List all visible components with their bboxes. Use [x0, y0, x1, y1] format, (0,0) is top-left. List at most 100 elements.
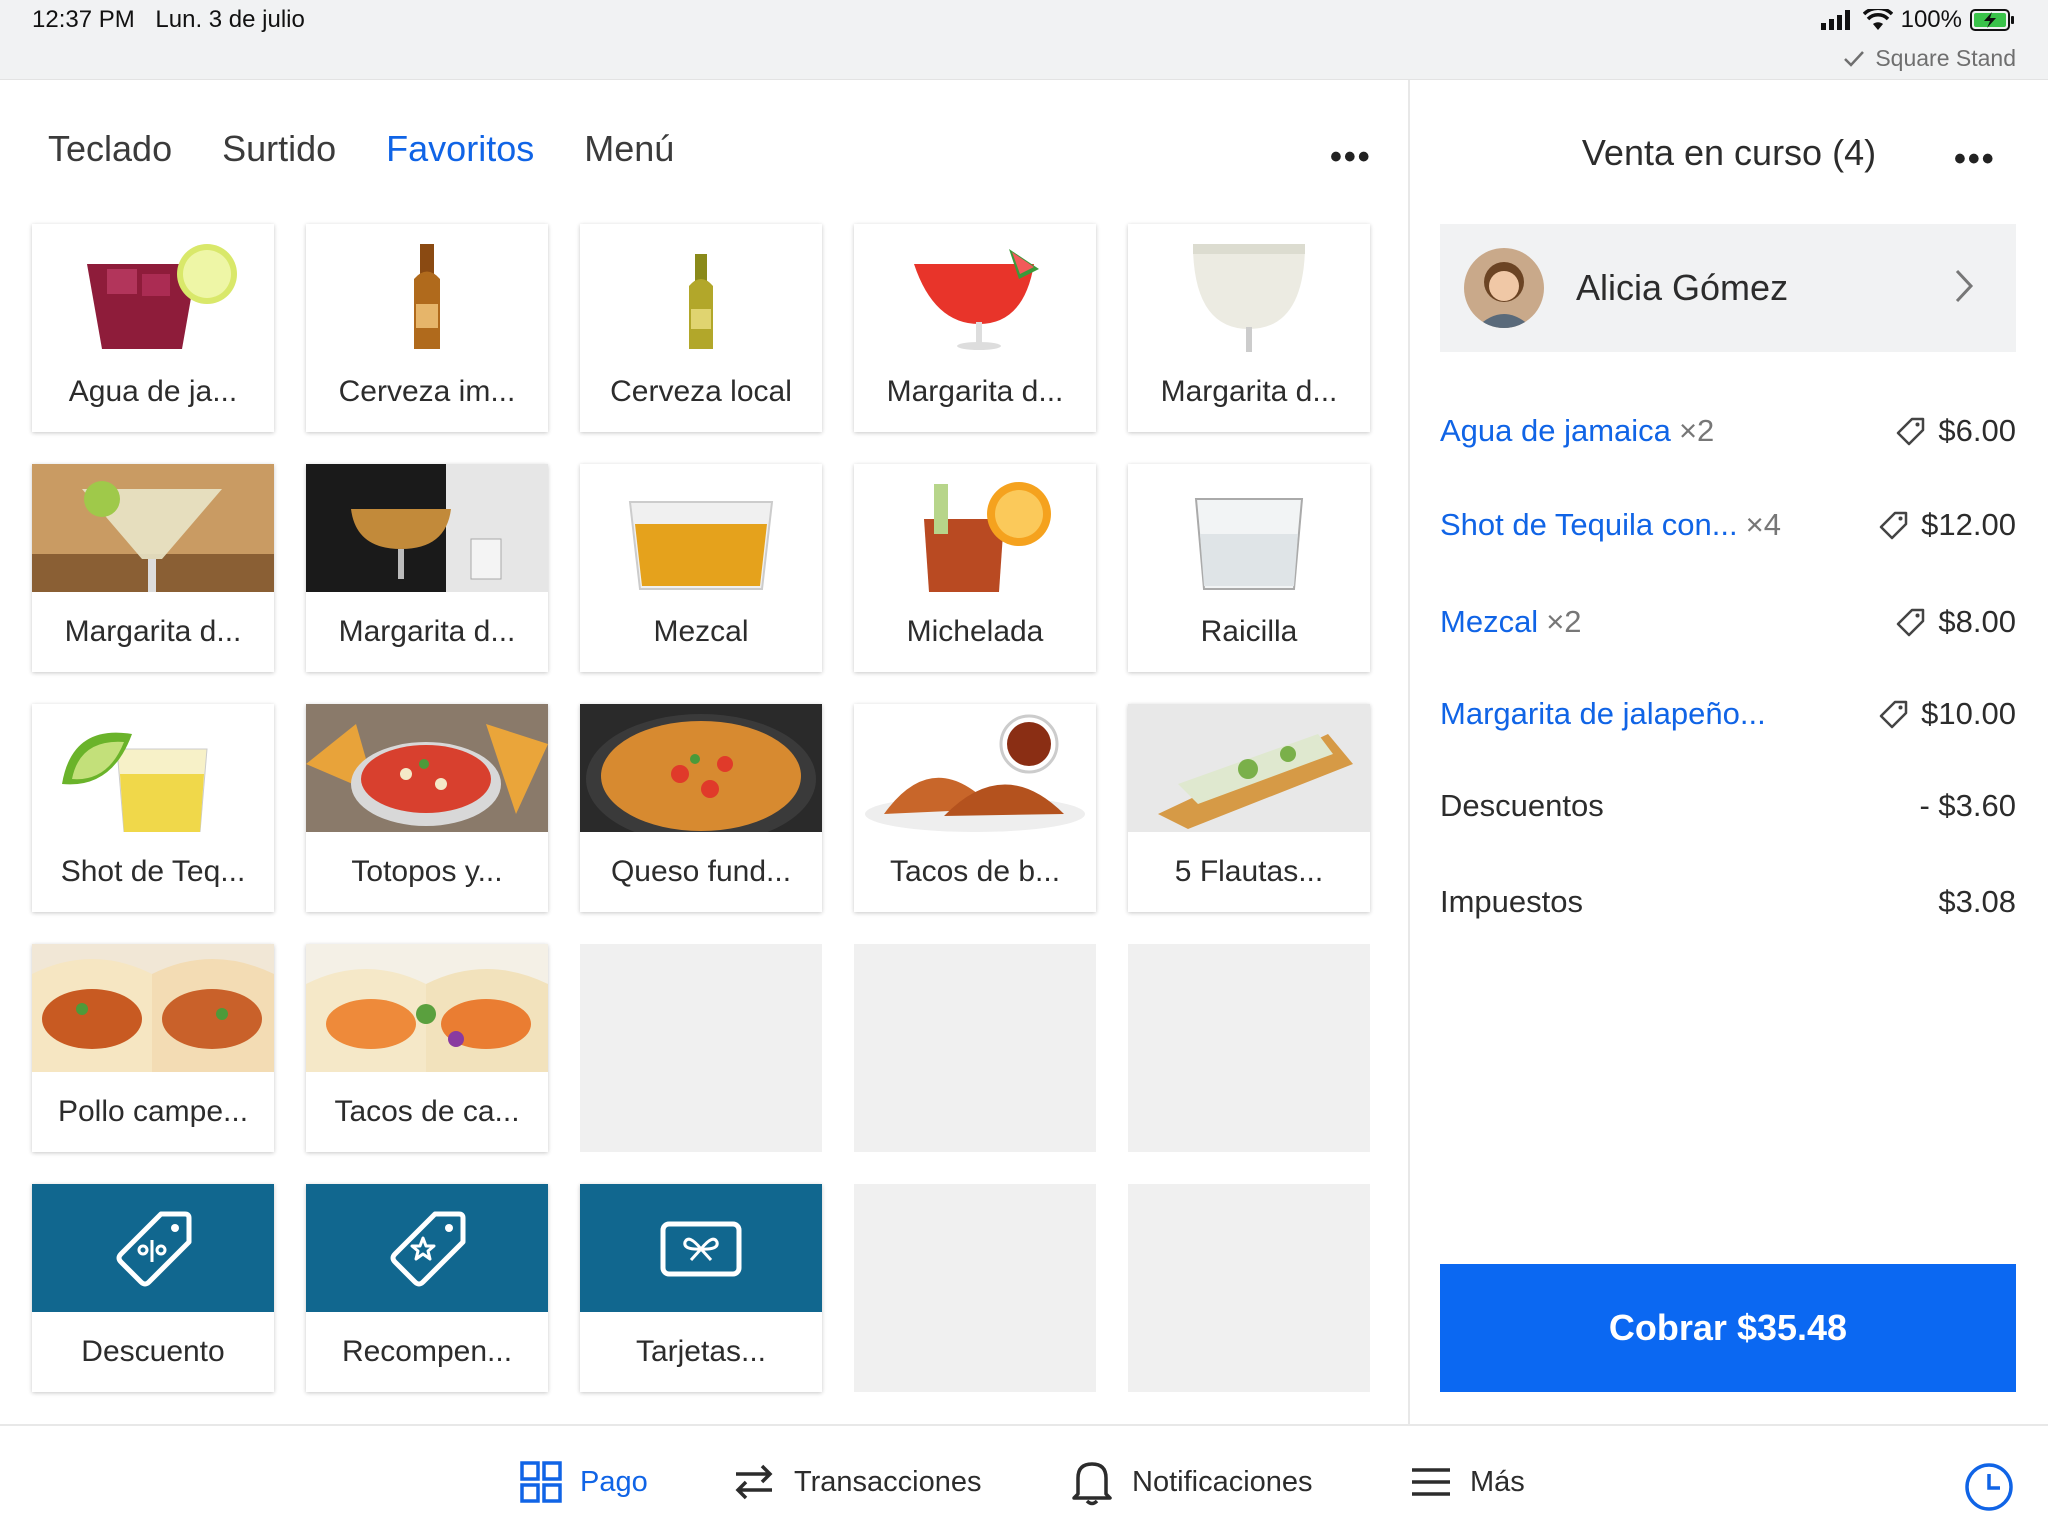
margarita-clasica-image: [32, 464, 274, 592]
cerveza-local-image: [580, 224, 822, 352]
flautas-image: [1128, 704, 1370, 832]
transfer-arrows-icon: [735, 1464, 773, 1500]
item-library-panel: Teclado Surtido Favoritos Menú ••• Agua …: [0, 80, 1408, 1424]
tacos-camaron-image: [306, 944, 548, 1072]
rewards-label: Recompen...: [341, 1335, 513, 1368]
chevron-right-icon: [1955, 269, 1974, 303]
line-item-name: Agua de jamaica: [1440, 413, 1671, 448]
customer-name: Alicia Gómez: [1576, 267, 1789, 308]
item-tile[interactable]: Shot de Teq...: [32, 704, 274, 912]
item-tile[interactable]: Tacos de b...: [854, 704, 1096, 912]
tab-surtido[interactable]: Surtido: [222, 128, 336, 170]
discounts-row[interactable]: Descuentos - $3.60: [1440, 781, 2016, 831]
status-bar: 12:37 PM Lun. 3 de julio 100% Square Sta…: [0, 0, 2048, 80]
library-tabs: Teclado Surtido Favoritos Menú: [48, 128, 674, 170]
nav-transacciones[interactable]: Transacciones: [732, 1426, 982, 1536]
item-label: Margarita d...: [338, 615, 516, 648]
sale-line-item[interactable]: Agua de jamaica ×2 $6.00: [1440, 406, 2016, 456]
favorites-grid: Agua de ja... Cerveza im... Cerveza loca…: [32, 224, 1370, 1392]
item-label: Queso fund...: [610, 855, 792, 888]
michelada-image: [854, 464, 1096, 592]
sale-title: Venta en curso (4): [1581, 132, 1877, 173]
line-item-amount: $10.00: [1921, 696, 2016, 731]
taxes-value: $3.08: [1938, 884, 2016, 919]
line-item-amount: $12.00: [1921, 507, 2016, 542]
mezcal-image: [580, 464, 822, 592]
item-tile[interactable]: Raicilla: [1128, 464, 1370, 672]
sale-line-item[interactable]: Shot de Tequila con... ×4 $12.00: [1440, 500, 2016, 550]
bottom-navigation: Pago Transacciones Notificaciones Más: [0, 1424, 2048, 1536]
line-item-name: Margarita de jalapeño...: [1440, 696, 1766, 731]
item-label: Raicilla: [1200, 615, 1298, 648]
library-more-icon[interactable]: •••: [1330, 140, 1372, 174]
line-item-qty: ×2: [1678, 413, 1715, 448]
discount-tile[interactable]: Descuento: [32, 1184, 274, 1392]
battery-charging-icon: [1970, 9, 2014, 31]
cellular-signal-icon: [1820, 10, 1850, 30]
line-item-amount: $6.00: [1938, 413, 2016, 448]
wifi-icon: [1862, 9, 1893, 30]
item-label: Michelada: [906, 615, 1044, 648]
item-tile[interactable]: Agua de ja...: [32, 224, 274, 432]
taxes-row[interactable]: Impuestos $3.08: [1440, 877, 2016, 927]
item-tile[interactable]: Margarita d...: [306, 464, 548, 672]
hamburger-menu-icon: [1412, 1468, 1450, 1496]
price-tag-icon: [1879, 700, 1908, 729]
rewards-tile[interactable]: Recompen...: [306, 1184, 548, 1392]
sale-more-icon[interactable]: •••: [1954, 142, 1996, 176]
nav-notificaciones-label: Notificaciones: [1132, 1465, 1313, 1498]
price-tag-icon: [1879, 511, 1908, 540]
item-tile[interactable]: Margarita d...: [854, 224, 1096, 432]
gift-card-icon: [660, 1221, 742, 1277]
item-tile[interactable]: Totopos y...: [306, 704, 548, 912]
line-item-amount: $8.00: [1938, 604, 2016, 639]
price-tag-icon: [1897, 417, 1925, 446]
nav-transacciones-label: Transacciones: [794, 1465, 982, 1498]
grid-icon: [520, 1461, 562, 1503]
shot-tequila-image: [32, 704, 274, 832]
margarita-coco-image: [1128, 224, 1370, 352]
checkmark-icon: [1844, 50, 1865, 67]
nav-pago-label: Pago: [580, 1465, 648, 1498]
item-tile[interactable]: Tacos de ca...: [306, 944, 548, 1152]
item-tile[interactable]: Michelada: [854, 464, 1096, 672]
tab-favoritos[interactable]: Favoritos: [386, 128, 534, 170]
item-label: Margarita d...: [64, 615, 242, 648]
item-tile[interactable]: Margarita d...: [32, 464, 274, 672]
tab-menu[interactable]: Menú: [584, 128, 674, 170]
item-label: Margarita d...: [1160, 375, 1338, 408]
item-label: Cerveza local: [610, 375, 792, 408]
item-tile[interactable]: 5 Flautas...: [1128, 704, 1370, 912]
clock-icon[interactable]: [1964, 1462, 2014, 1512]
customer-row[interactable]: Alicia Gómez: [1440, 224, 2016, 352]
tacos-birria-image: [854, 704, 1096, 832]
gift-cards-tile[interactable]: Tarjetas...: [580, 1184, 822, 1392]
discount-label: Descuento: [81, 1335, 225, 1368]
tab-teclado[interactable]: Teclado: [48, 128, 172, 170]
charge-button[interactable]: Cobrar $35.48: [1440, 1264, 2016, 1392]
item-label: Pollo campe...: [57, 1095, 249, 1128]
status-time: 12:37 PM: [32, 6, 135, 33]
sale-line-item[interactable]: Mezcal ×2 $8.00: [1440, 597, 2016, 647]
empty-slot: [580, 944, 822, 1152]
item-label: Margarita d...: [886, 375, 1064, 408]
nav-pago[interactable]: Pago: [520, 1426, 648, 1536]
item-label: Tacos de b...: [889, 855, 1061, 888]
discount-tag-icon: [116, 1211, 192, 1287]
item-tile[interactable]: Queso fund...: [580, 704, 822, 912]
status-date: Lun. 3 de julio: [155, 6, 305, 33]
discounts-label: Descuentos: [1440, 788, 1604, 823]
sale-line-item[interactable]: Margarita de jalapeño... $10.00: [1440, 689, 2016, 739]
margarita-fresa-image: [854, 224, 1096, 352]
item-label: 5 Flautas...: [1174, 855, 1324, 888]
nav-mas[interactable]: Más: [1410, 1426, 1525, 1536]
discounts-value: - $3.60: [1919, 788, 2016, 823]
item-label: Agua de ja...: [68, 375, 238, 408]
item-tile[interactable]: Cerveza im...: [306, 224, 548, 432]
item-tile[interactable]: Pollo campe...: [32, 944, 274, 1152]
item-tile[interactable]: Cerveza local: [580, 224, 822, 432]
item-tile[interactable]: Mezcal: [580, 464, 822, 672]
nav-notificaciones[interactable]: Notificaciones: [1070, 1426, 1313, 1536]
item-tile[interactable]: Margarita d...: [1128, 224, 1370, 432]
price-tag-icon: [1897, 608, 1925, 637]
